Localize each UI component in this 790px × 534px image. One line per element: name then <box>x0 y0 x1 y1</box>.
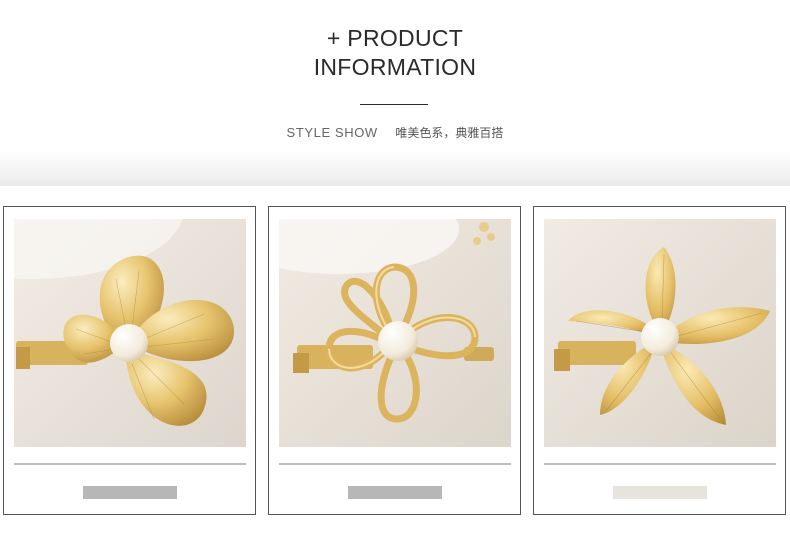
title-line-2: INFORMATION <box>313 54 477 80</box>
subtitle-chinese: 唯美色系，典雅百搭 <box>395 126 504 140</box>
page-title: + PRODUCT INFORMATION <box>0 24 790 82</box>
color-swatch[interactable] <box>83 486 177 499</box>
product-card-1[interactable] <box>3 206 256 515</box>
color-swatch[interactable] <box>613 486 707 499</box>
title-line-1: + PRODUCT <box>326 25 464 51</box>
card-divider <box>279 463 511 465</box>
card-divider <box>544 463 776 465</box>
product-card-3[interactable] <box>533 206 786 515</box>
subtitle: STYLE SHOW 唯美色系，典雅百搭 <box>0 124 790 141</box>
title-underline <box>360 104 428 105</box>
product-photo-3[interactable] <box>544 219 776 447</box>
card-divider <box>14 463 246 465</box>
color-swatch[interactable] <box>348 486 442 499</box>
product-photo-2[interactable] <box>279 219 511 447</box>
product-card-2[interactable] <box>268 206 521 515</box>
subtitle-english: STYLE SHOW <box>286 125 378 140</box>
section-shadow-divider <box>0 150 790 186</box>
product-photo-1[interactable] <box>14 219 246 447</box>
